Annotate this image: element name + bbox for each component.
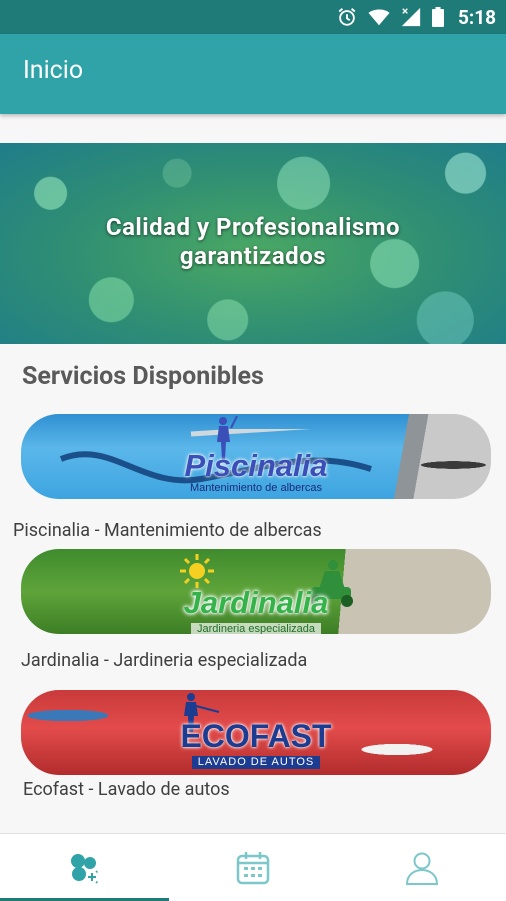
section-title: Servicios Disponibles [22, 362, 264, 391]
hero-text: Calidad y Profesionalismo garantizados [0, 213, 506, 271]
profile-icon [405, 852, 439, 885]
nav-item-services[interactable] [0, 834, 168, 901]
alarm-icon [338, 8, 356, 26]
battery-icon [431, 7, 444, 27]
service-card-piscinalia[interactable]: Piscinalia Mantenimiento de albercas [21, 414, 491, 499]
sun-icon [180, 554, 214, 588]
status-time: 5:18 [457, 5, 496, 29]
brand-name: Jardinalia [183, 585, 329, 620]
hero-line-1: Calidad y Profesionalismo [105, 213, 401, 241]
status-icons: 5:18 [336, 0, 496, 34]
wifi-icon [368, 9, 390, 26]
service-card-jardinalia[interactable]: Jardinalia Jardineria especializada [21, 549, 491, 634]
signal-icon [401, 7, 421, 27]
brand-name: ECOFAST [180, 718, 332, 754]
nav-item-profile[interactable] [338, 834, 506, 901]
bottom-navigation [0, 833, 506, 901]
ecofast-logo: ECOFAST LAVADO DE AUTOS [21, 720, 491, 770]
hero-banner: Calidad y Profesionalismo garantizados [0, 143, 506, 344]
piscinalia-logo: Piscinalia Mantenimiento de albercas [21, 450, 491, 495]
page-title: Inicio [23, 56, 84, 85]
brand-subtitle: Mantenimiento de albercas [189, 482, 323, 494]
calendar-icon [236, 851, 270, 884]
app-bar: Inicio [0, 34, 506, 114]
service-caption-jardinalia: Jardinalia - Jardineria especializada [21, 650, 308, 671]
service-caption-ecofast: Ecofast - Lavado de autos [23, 779, 230, 800]
hero-line-2: garantizados [179, 242, 327, 270]
services-icon [71, 853, 99, 884]
brand-subtitle: LAVADO DE AUTOS [191, 756, 321, 769]
jardinalia-logo: Jardinalia Jardineria especializada [21, 587, 491, 634]
service-card-ecofast[interactable]: ECOFAST LAVADO DE AUTOS [21, 690, 491, 775]
brand-subtitle: Jardineria especializada [190, 623, 321, 634]
brand-name: Piscinalia [184, 448, 328, 483]
nav-item-calendar[interactable] [169, 834, 337, 901]
service-caption-piscinalia: Piscinalia - Mantenimiento de albercas [13, 520, 322, 541]
status-bar: 5:18 [0, 0, 506, 34]
